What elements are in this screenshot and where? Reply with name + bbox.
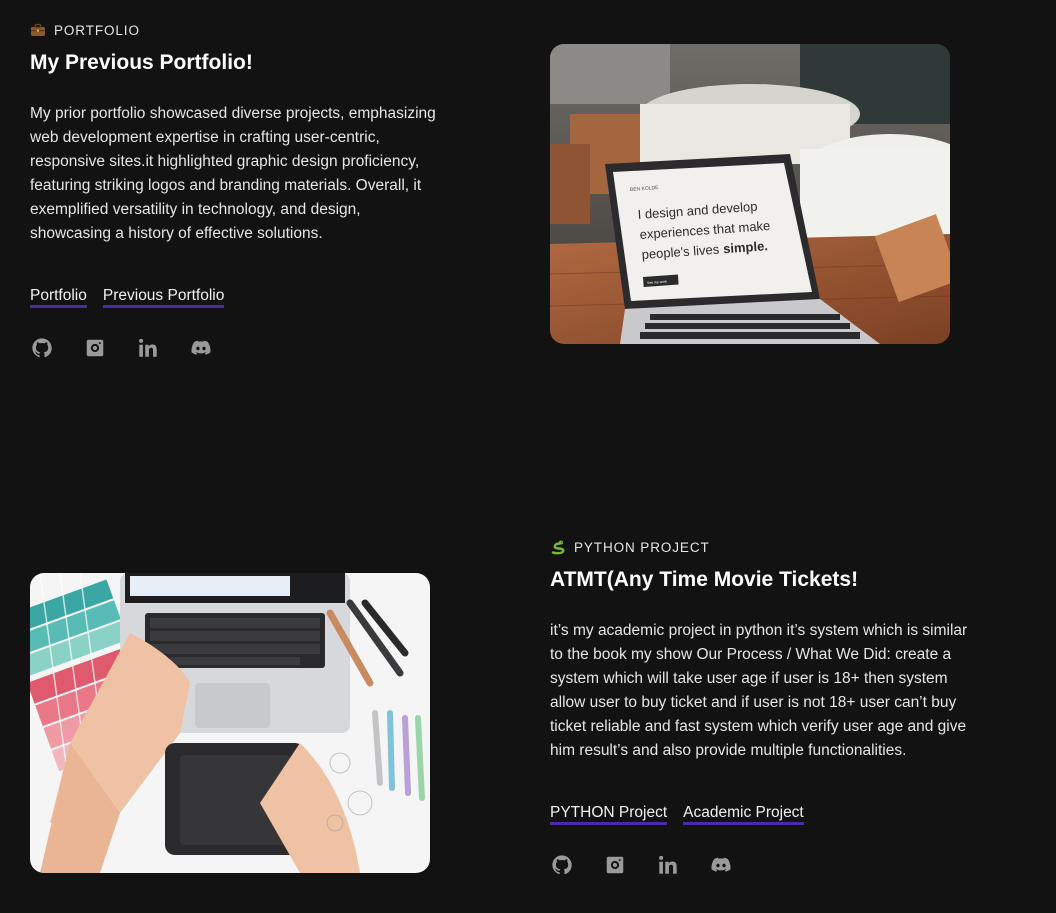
python-project-photo [30, 573, 430, 873]
tag-link-portfolio[interactable]: Portfolio [30, 286, 87, 308]
project-kicker: PYTHON PROJECT [550, 539, 970, 555]
linkedin-icon[interactable] [136, 336, 159, 359]
linkedin-icon[interactable] [656, 853, 679, 876]
github-icon[interactable] [30, 336, 53, 359]
project-card-python: PYTHON PROJECT ATMT(Any Time Movie Ticke… [550, 539, 970, 876]
project-kicker-label: PORTFOLIO [54, 22, 140, 38]
github-icon[interactable] [550, 853, 573, 876]
page: PORTFOLIO My Previous Portfolio! My prio… [0, 0, 1056, 913]
social-links [30, 336, 440, 359]
portfolio-laptop-photo: I design and develop experiences that ma… [550, 44, 950, 344]
snake-icon [551, 540, 565, 555]
tag-link-previous-portfolio[interactable]: Previous Portfolio [102, 286, 225, 308]
project-kicker: PORTFOLIO [30, 22, 440, 38]
instagram-icon[interactable] [83, 336, 106, 359]
project-title: My Previous Portfolio! [30, 51, 253, 74]
instagram-icon[interactable] [603, 853, 626, 876]
social-links [550, 853, 970, 876]
tag-link-academic-project[interactable]: Academic Project [683, 803, 804, 825]
discord-icon[interactable] [189, 336, 212, 359]
briefcase-icon [31, 23, 45, 36]
project-title: ATMT(Any Time Movie Tickets! [550, 568, 859, 591]
tag-link-python-project[interactable]: PYTHON Project [550, 803, 668, 825]
discord-icon[interactable] [709, 853, 732, 876]
screen-headline-bold: simple. [723, 238, 769, 256]
project-tags: Portfolio Previous Portfolio [30, 286, 440, 308]
project-description: it’s my academic project in python it’s … [550, 622, 968, 759]
project-kicker-label: PYTHON PROJECT [574, 539, 710, 555]
project-card-portfolio: PORTFOLIO My Previous Portfolio! My prio… [30, 22, 440, 359]
project-description: My prior portfolio showcased diverse pro… [30, 105, 436, 242]
project-tags: PYTHON Project Academic Project [550, 803, 970, 825]
